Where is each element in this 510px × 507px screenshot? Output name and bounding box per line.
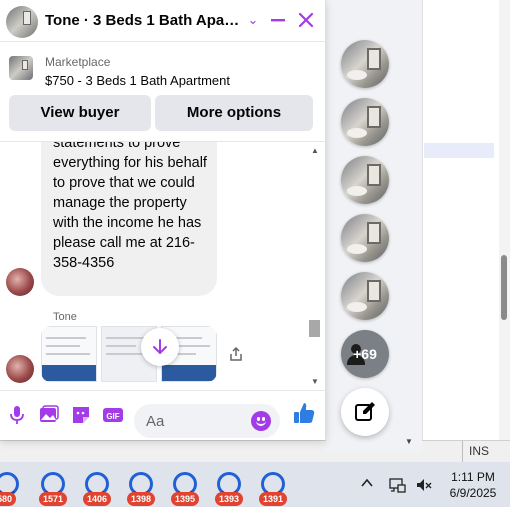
taskbar-app-button[interactable]: 1571 bbox=[36, 471, 70, 506]
listing-title[interactable]: $750 - 3 Beds 1 Bath Apartment bbox=[45, 73, 230, 88]
background-scrollbar[interactable] bbox=[499, 0, 510, 440]
insert-mode-indicator[interactable]: INS bbox=[462, 441, 489, 462]
chat-title[interactable]: Tone · 3 Beds 1 Bath Apart... bbox=[45, 12, 240, 29]
message-scrollbar[interactable]: ▲ ▼ bbox=[307, 142, 323, 390]
close-icon[interactable] bbox=[296, 10, 316, 30]
chat-window: Tone · 3 Beds 1 Bath Apart... ⌄ Marketpl… bbox=[0, 0, 326, 440]
sender-name: Tone bbox=[53, 311, 77, 323]
text-selection-highlight bbox=[424, 143, 494, 158]
photo-icon[interactable] bbox=[38, 404, 60, 426]
minimize-icon[interactable] bbox=[268, 10, 288, 30]
clock-date: 6/9/2025 bbox=[449, 486, 497, 500]
emoji-icon[interactable] bbox=[251, 411, 271, 431]
chat-head-bubble[interactable] bbox=[341, 214, 389, 262]
chat-head-bubble[interactable] bbox=[341, 156, 389, 204]
scrollbar-thumb[interactable] bbox=[309, 320, 320, 337]
sticker-icon[interactable] bbox=[70, 404, 92, 426]
microphone-icon[interactable] bbox=[6, 404, 28, 426]
taskbar-app-button[interactable]: 1406 bbox=[80, 471, 114, 506]
system-clock[interactable]: 1:11 PM 6/9/2025 bbox=[440, 469, 506, 501]
arrow-down-icon bbox=[153, 339, 167, 355]
chat-head-bubble[interactable] bbox=[341, 40, 389, 88]
thumbs-up-icon[interactable] bbox=[292, 401, 316, 425]
marketplace-banner: Marketplace $750 - 3 Beds 1 Bath Apartme… bbox=[0, 42, 326, 142]
chevron-up-icon[interactable] bbox=[358, 476, 376, 494]
more-options-button[interactable]: More options bbox=[155, 95, 313, 131]
taskbar: 580 1571 1406 1398 1395 1393 1391 1:11 P… bbox=[0, 462, 510, 507]
chevron-down-icon[interactable]: ⌄ bbox=[243, 10, 263, 30]
taskbar-app-button[interactable]: 1391 bbox=[256, 471, 290, 506]
background-scrollbar-thumb[interactable] bbox=[501, 255, 507, 320]
compose-icon bbox=[355, 402, 375, 421]
network-icon[interactable] bbox=[388, 476, 406, 494]
scroll-down-arrow-icon[interactable]: ▼ bbox=[311, 377, 319, 386]
gif-icon[interactable]: GIF bbox=[102, 404, 124, 426]
svg-text:GIF: GIF bbox=[106, 412, 119, 421]
scroll-up-arrow-icon[interactable]: ▲ bbox=[311, 146, 319, 155]
taskbar-app-button[interactable]: 1398 bbox=[124, 471, 158, 506]
view-buyer-button[interactable]: View buyer bbox=[9, 95, 151, 131]
message-composer: GIF bbox=[0, 390, 326, 440]
more-chats-count: +69 bbox=[353, 346, 377, 362]
chevron-down-icon[interactable]: ▼ bbox=[405, 437, 413, 446]
chat-header[interactable]: Tone · 3 Beds 1 Bath Apart... ⌄ bbox=[0, 0, 326, 42]
message-text: statements to prove everything for his b… bbox=[53, 142, 207, 271]
share-icon[interactable] bbox=[229, 346, 243, 361]
image-attachments[interactable] bbox=[41, 326, 217, 382]
taskbar-app-button[interactable]: 1393 bbox=[212, 471, 246, 506]
listing-thumbnail[interactable] bbox=[9, 56, 33, 80]
chat-head-bubble[interactable] bbox=[341, 272, 389, 320]
marketplace-label: Marketplace bbox=[45, 55, 111, 69]
status-bar: INS bbox=[0, 440, 510, 462]
avatar[interactable] bbox=[6, 6, 38, 38]
attachment-thumbnail[interactable] bbox=[41, 326, 97, 382]
scroll-to-bottom-button[interactable] bbox=[141, 328, 179, 366]
background-document bbox=[422, 0, 510, 440]
volume-muted-icon[interactable] bbox=[415, 476, 433, 494]
avatar[interactable] bbox=[6, 268, 34, 296]
new-message-button[interactable] bbox=[341, 388, 389, 436]
message-list[interactable]: statements to prove everything for his b… bbox=[0, 142, 326, 390]
chat-head-bubble[interactable] bbox=[341, 98, 389, 146]
taskbar-app-button[interactable]: 580 bbox=[0, 471, 24, 506]
clock-time: 1:11 PM bbox=[451, 470, 495, 484]
avatar[interactable] bbox=[6, 355, 34, 383]
taskbar-app-button[interactable]: 1395 bbox=[168, 471, 202, 506]
more-chats-bubble[interactable]: +69 bbox=[341, 330, 389, 378]
